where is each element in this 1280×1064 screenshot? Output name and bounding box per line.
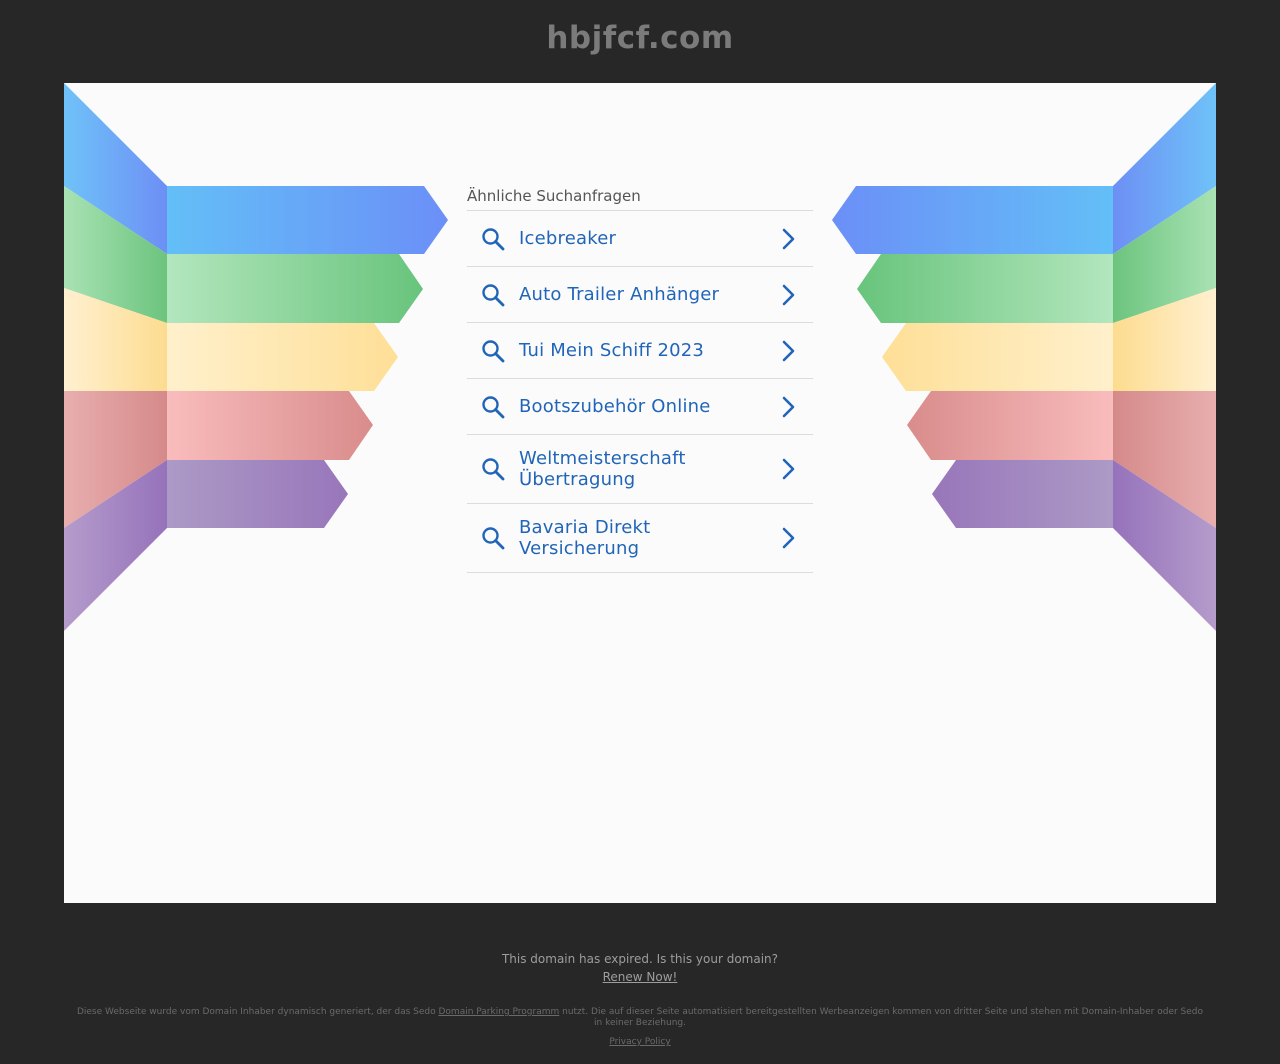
- chevron-right-icon: [763, 228, 813, 250]
- related-searches: Ähnliche Suchanfragen Icebreaker Auto Tr…: [467, 183, 813, 573]
- domain-parking-link[interactable]: Domain Parking Programm: [438, 1007, 559, 1017]
- search-icon: [467, 457, 519, 481]
- left-ribbon-green: [167, 254, 423, 323]
- related-link[interactable]: Tui Mein Schiff 2023: [467, 323, 813, 379]
- related-link-label: Bavaria Direkt Versicherung: [519, 517, 651, 559]
- right-ribbon-purple: [932, 460, 1113, 528]
- header: hbjfcf.com: [0, 0, 1280, 83]
- related-links-list: Icebreaker Auto Trailer Anhänger Tui Mei: [467, 211, 813, 573]
- related-link-label: Weltmeisterschaft Übertragung: [519, 448, 686, 490]
- left-ribbon-blue: [167, 186, 448, 254]
- expired-notice: This domain has expired. Is this your do…: [501, 952, 779, 966]
- chevron-right-icon: [763, 340, 813, 362]
- related-link[interactable]: Bootszubehör Online: [467, 379, 813, 435]
- related-link[interactable]: Bavaria Direkt Versicherung: [467, 504, 813, 573]
- left-wing: [64, 83, 448, 631]
- domain-title: hbjfcf.com: [546, 20, 734, 56]
- disclaimer-before: Diese Webseite wurde vom Domain Inhaber …: [76, 1007, 439, 1017]
- privacy-policy-link[interactable]: Privacy Policy: [609, 1037, 670, 1047]
- right-ribbon-green: [857, 254, 1113, 323]
- related-link[interactable]: Auto Trailer Anhänger: [467, 267, 813, 323]
- right-ribbon-yellow: [882, 323, 1113, 391]
- related-link[interactable]: Icebreaker: [467, 211, 813, 267]
- related-link-label: Auto Trailer Anhänger: [519, 284, 720, 305]
- chevron-right-icon: [763, 396, 813, 418]
- disclaimer-text: Diese Webseite wurde vom Domain Inhaber …: [75, 1007, 1205, 1029]
- left-ribbon-yellow: [167, 323, 398, 391]
- related-link-label: Tui Mein Schiff 2023: [519, 340, 705, 361]
- search-icon: [467, 339, 519, 363]
- related-searches-heading: Ähnliche Suchanfragen: [467, 183, 813, 211]
- search-icon: [467, 227, 519, 251]
- disclaimer-after: nutzt. Die auf dieser Seite automatisier…: [559, 1007, 1204, 1028]
- related-link-label: Bootszubehör Online: [519, 396, 711, 417]
- right-wing: [832, 83, 1216, 631]
- related-link[interactable]: Weltmeisterschaft Übertragung: [467, 435, 813, 504]
- renew-now-link[interactable]: Renew Now!: [603, 970, 678, 984]
- right-ribbon-red: [907, 391, 1113, 460]
- left-ribbon-purple: [167, 460, 348, 528]
- search-icon: [467, 395, 519, 419]
- related-link-label: Icebreaker: [519, 228, 617, 249]
- chevron-right-icon: [763, 284, 813, 306]
- left-ribbon-red: [167, 391, 373, 460]
- search-icon: [467, 526, 519, 550]
- right-ribbon-blue: [832, 186, 1113, 254]
- chevron-right-icon: [763, 527, 813, 549]
- chevron-right-icon: [763, 458, 813, 480]
- content-panel: Ähnliche Suchanfragen Icebreaker Auto Tr…: [64, 83, 1216, 903]
- footer: This domain has expired. Is this your do…: [0, 903, 1280, 1064]
- search-icon: [467, 283, 519, 307]
